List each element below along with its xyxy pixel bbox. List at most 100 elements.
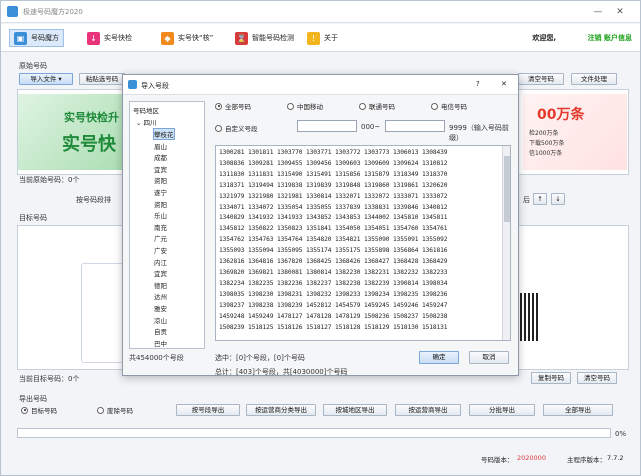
tree-node-city[interactable]: 南充 [154,222,167,232]
tree-node-city[interactable]: 德阳 [154,280,167,290]
radio-icon [215,124,222,132]
help-button[interactable]: ? [476,80,480,88]
list-scrollbar[interactable] [502,146,510,340]
main-toolbar: ▣ 号码魔方 ↓ 实号快检 ◆ 实号快“核” ⌛ 智能号码检测 ! 关于 欢迎您… [1,24,640,52]
option-mobile[interactable]: 中国移动 [287,101,323,111]
tab-about[interactable]: ! 关于 [303,29,342,47]
tab-smart-detect[interactable]: ⌛ 智能号码检测 [231,29,298,47]
list-item[interactable]: 1321979 1321980 1321981 1330814 1332071 … [219,192,507,203]
export-by-segment-button[interactable]: 按号段导出 [176,404,240,416]
list-item[interactable]: 1334071 1334072 1335054 1335055 1337839 … [219,203,507,214]
list-item[interactable]: 1345812 1350822 1350823 1351841 1354050 … [219,224,507,235]
promo-banner: 实号快检升 实号快 [18,94,136,170]
tree-node-city[interactable]: 巴中 [154,338,167,348]
tab-label: 实号快检 [104,34,132,42]
source-section-label: 原始号码 [19,62,47,70]
paste-numbers-button[interactable]: 粘贴选号码 [79,73,125,85]
option-unicom[interactable]: 联通号码 [359,101,395,111]
minimize-button[interactable]: — [591,5,605,19]
move-down-button[interactable]: ↓ [551,193,565,205]
main-version-value: 7.7.2 [607,454,624,462]
app-logo-icon [7,6,18,17]
tree-node-city[interactable]: 乐山 [154,210,167,220]
export-by-region-button[interactable]: 按城地区导出 [323,404,387,416]
export-by-carrier-class-button[interactable]: 按运营商分类导出 [246,404,316,416]
tree-node-city[interactable]: 宜宾 [154,268,167,278]
list-item[interactable]: 1340829 1341932 1341933 1343852 1343853 … [219,213,507,224]
tree-node-city[interactable]: 成都 [154,152,167,162]
banner-line: 信1000万条 [529,150,563,157]
clear-source-button[interactable]: 清空号码 [518,73,564,85]
custom-prefix-input[interactable] [297,120,357,132]
tree-node-city[interactable]: 资阳 [154,175,167,185]
export-discard-option[interactable]: 废除号码 [97,405,133,415]
radio-icon [97,406,104,414]
list-item[interactable]: 1362816 1364816 1367820 1368425 1368426 … [219,257,507,268]
banner-line: 检200万条 [529,130,559,137]
export-all-button[interactable]: 全部导出 [543,404,613,416]
info-icon: ! [307,31,320,45]
list-item[interactable]: 1398035 1398230 1398231 1398232 1398233 … [219,290,507,301]
tab-label: 号码魔方 [31,34,59,42]
tab-quick-verify[interactable]: ◆ 实号快“核” [157,29,217,47]
close-button[interactable]: ✕ [613,5,627,19]
main-version-label: 主程序版本： [567,456,606,464]
tree-node-city[interactable]: 攀枝花 [153,128,175,140]
cancel-button[interactable]: 取消 [469,351,509,364]
tree-node-city[interactable]: 宜宾 [154,164,167,174]
tree-node-city[interactable]: 内江 [154,257,167,267]
account-link[interactable]: 注销 账户信息 [588,33,632,43]
batch-export-button[interactable]: 分批导出 [469,404,535,416]
tree-node-city[interactable]: 达州 [154,291,167,301]
list-item[interactable]: 1308836 1309281 1309455 1309456 1309603 … [219,159,507,170]
list-item[interactable]: 1382234 1382235 1382236 1382237 1382238 … [219,279,507,290]
list-item[interactable]: 1508239 1518125 1518126 1518127 1518128 … [219,323,507,334]
clear-target-button[interactable]: 清空号码 [577,372,617,384]
tree-node-city[interactable]: 眉山 [154,141,167,151]
option-custom[interactable]: 自定义号段 [215,123,258,133]
file-process-button[interactable]: 文件处理 [571,73,617,85]
tree-node-city[interactable]: 资阳 [154,199,167,209]
banner-text: 实号快 [62,134,116,155]
region-tree[interactable]: 号码地区 ⌄ 四川 攀枝花 眉山 成都 宜宾 资阳 遂宁 资阳 乐山 南充 广元 广安 内江 宜宾 德阳达… [129,101,205,349]
tree-node-city[interactable]: 雅安 [154,303,167,313]
option-label: 废除号码 [107,407,133,415]
progress-bar [17,428,611,438]
tab-number-cube[interactable]: ▣ 号码魔方 [9,29,64,47]
version-label: 号码版本： [481,456,514,464]
export-by-carrier-button[interactable]: 按运营商导出 [395,404,461,416]
dialog-close-button[interactable]: ✕ [501,80,507,88]
option-all[interactable]: 全部号码 [215,101,251,111]
move-up-button[interactable]: ↑ [533,193,547,205]
segment-number-list[interactable]: 1300281 1301811 1303770 1303771 1303772 … [215,145,511,341]
list-item[interactable]: 1398237 1398238 1398239 1452812 1454579 … [219,301,507,312]
list-item[interactable]: 1354762 1354763 1354764 1354820 1354821 … [219,235,507,246]
export-target-option[interactable]: 目标号码 [21,405,57,415]
list-item[interactable]: 1369820 1369821 1380081 1380814 1382230 … [219,268,507,279]
tab-quick-check[interactable]: ↓ 实号快检 [83,29,136,47]
list-item[interactable]: 1311830 1311831 1315490 1315491 1315856 … [219,170,507,181]
custom-end-input[interactable] [385,120,445,132]
copy-numbers-button[interactable]: 复制号码 [531,372,571,384]
tree-node-city[interactable]: 遂宁 [154,187,167,197]
tree-node-city[interactable]: 广安 [154,245,167,255]
tree-node-province[interactable]: ⌄ 四川 [136,117,157,127]
list-item[interactable]: 1459248 1459249 1478127 1478128 1478129 … [219,312,507,323]
option-label: 全部号码 [225,103,251,111]
list-item[interactable]: 1300281 1301811 1303770 1303771 1303772 … [219,148,507,159]
radio-icon [21,406,28,414]
tree-node-city[interactable]: 凉山 [154,315,167,325]
list-item[interactable]: 1355093 1355094 1355095 1355174 1355175 … [219,246,507,257]
option-telecom[interactable]: 电信号码 [431,101,467,111]
list-item[interactable]: 1318371 1319494 1319838 1319839 1319848 … [219,181,507,192]
tree-node-city[interactable]: 自贡 [154,326,167,336]
radio-icon [431,102,438,110]
import-file-button[interactable]: 导入文件 ▾ [19,73,73,85]
sort-mid-label: 后 [523,196,530,204]
custom-hint: 9999（输入号码前缀） [449,124,509,142]
qr-code-image [516,293,538,341]
ok-button[interactable]: 确定 [419,351,459,364]
tree-node-city[interactable]: 广元 [154,233,167,243]
scrollbar-thumb[interactable] [504,156,510,222]
radio-icon [215,102,222,110]
